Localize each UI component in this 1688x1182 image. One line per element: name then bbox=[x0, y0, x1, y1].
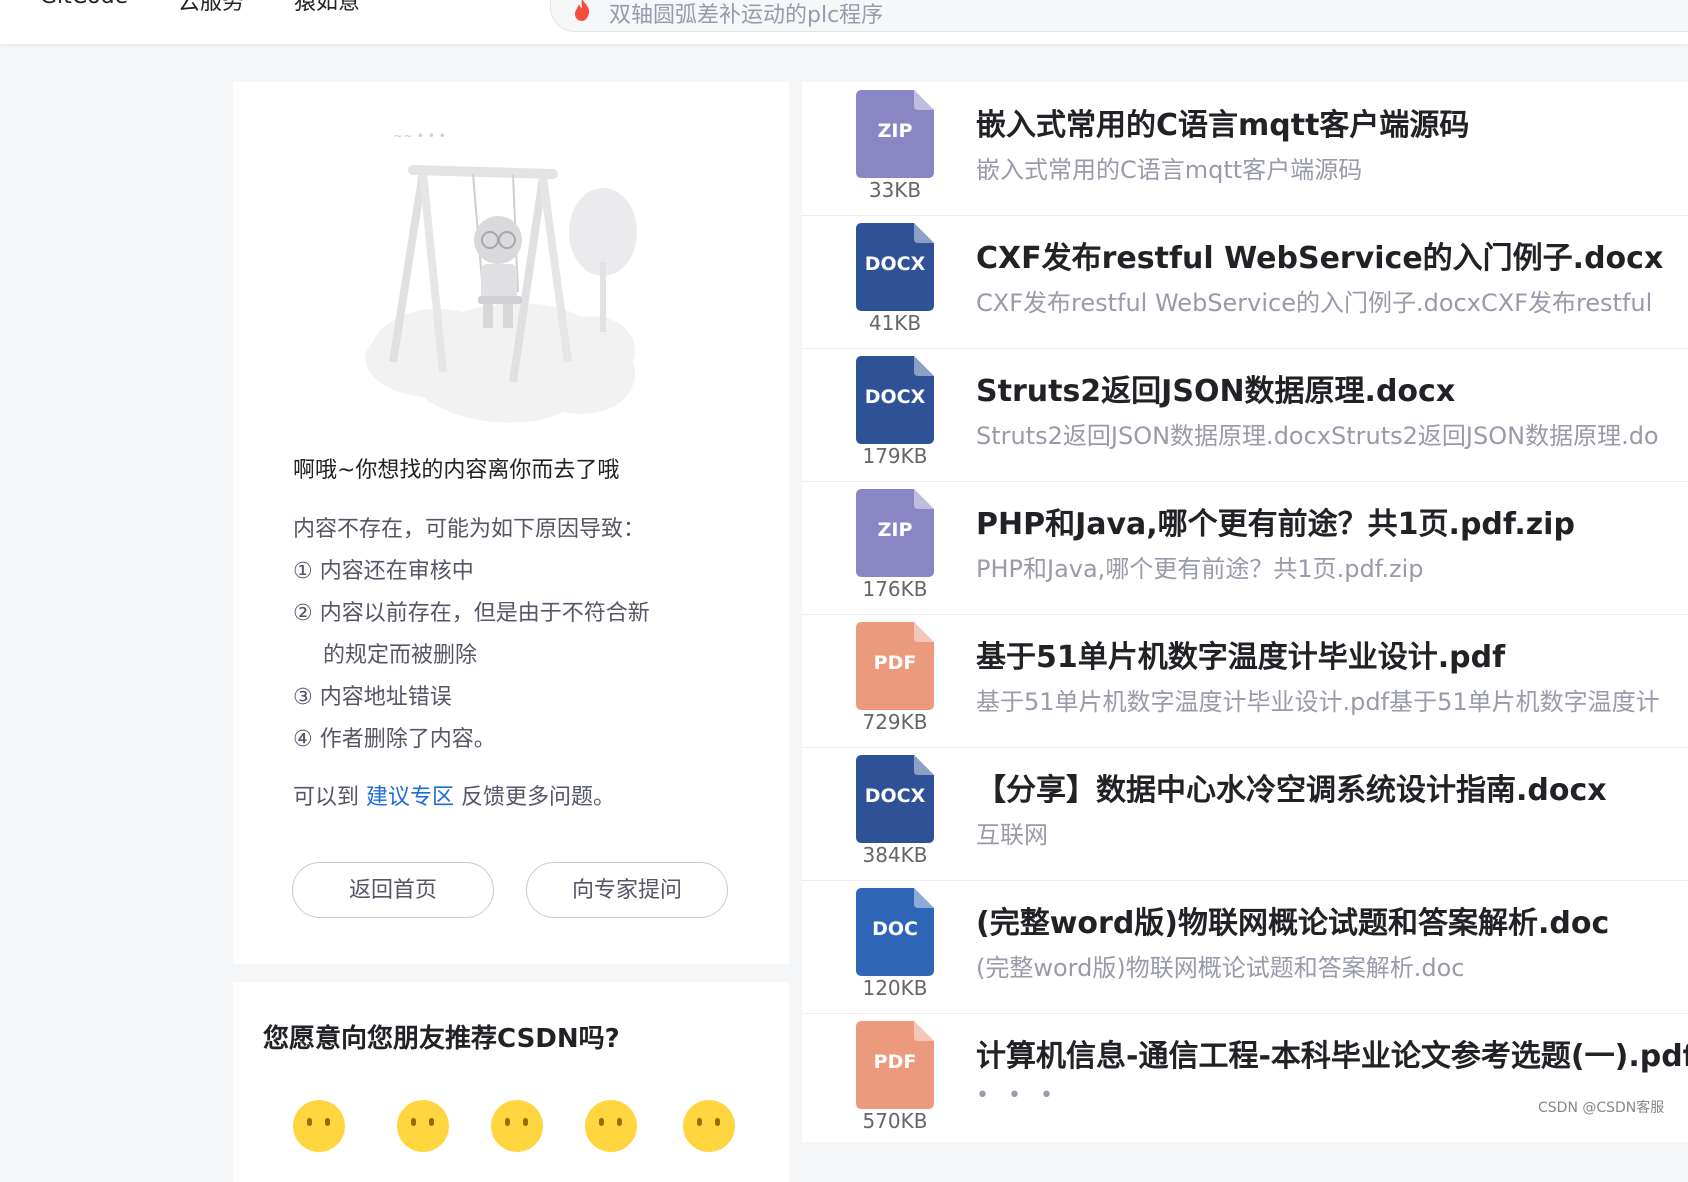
feedback-prefix: 可以到 bbox=[293, 785, 360, 810]
file-size: 179KB bbox=[862, 444, 928, 468]
file-title[interactable]: Struts2返回JSON数据原理.docx bbox=[976, 366, 1455, 410]
file-row[interactable]: PDF 570KB 计算机信息-通信工程-本科毕业论文参考选题(一).pdf •… bbox=[802, 1013, 1688, 1146]
feedback-suffix: 反馈更多问题。 bbox=[461, 785, 616, 810]
file-size: 120KB bbox=[862, 976, 928, 1000]
file-row[interactable]: ZIP 176KB PHP和Java,哪个更有前途？共1页.pdf.zip PH… bbox=[802, 481, 1688, 615]
related-files-list: ZIP 33KB 嵌入式常用的C语言mqtt客户端源码 嵌入式常用的C语言mqt… bbox=[802, 82, 1688, 1142]
file-description: 嵌入式常用的C语言mqtt客户端源码 bbox=[976, 156, 1363, 184]
watermark: CSDN @CSDN客服 bbox=[1538, 1100, 1665, 1116]
feedback-line: 可以到 建议专区 反馈更多问题。 bbox=[293, 779, 615, 811]
reason-item: 的规定而被删除 bbox=[323, 643, 478, 668]
sad-face-icon[interactable] bbox=[397, 1100, 449, 1152]
file-row[interactable]: ZIP 33KB 嵌入式常用的C语言mqtt客户端源码 嵌入式常用的C语言mqt… bbox=[802, 82, 1688, 216]
zip-file-icon bbox=[856, 90, 934, 178]
file-title[interactable]: 嵌入式常用的C语言mqtt客户端源码 bbox=[976, 100, 1469, 144]
neutral-face-icon[interactable] bbox=[491, 1100, 543, 1152]
file-description: (完整word版)物联网概论试题和答案解析.doc bbox=[976, 954, 1465, 982]
swing-illustration: ~~ • • • bbox=[365, 129, 637, 423]
file-description: Struts2返回JSON数据原理.docxStruts2返回JSON数据原理.… bbox=[976, 422, 1659, 450]
top-nav-bar: GitCode 云服务 猿如意 双轴圆弧差补运动的plc程序 bbox=[0, 0, 1688, 44]
file-size: 729KB bbox=[862, 710, 928, 734]
search-text: 双轴圆弧差补运动的plc程序 bbox=[609, 3, 884, 28]
pdf-file-icon bbox=[856, 622, 934, 710]
recommend-card: 您愿意向您朋友推荐CSDN吗? bbox=[233, 982, 789, 1182]
reason-heading: 内容不存在，可能为如下原因导致： bbox=[293, 517, 646, 542]
reason-item: ③ 内容地址错误 bbox=[293, 685, 452, 710]
search-input[interactable]: 双轴圆弧差补运动的plc程序 bbox=[550, 0, 1688, 32]
file-description: CXF发布restful WebService的入门例子.docxCXF发布re… bbox=[976, 289, 1653, 317]
file-title[interactable]: 【分享】数据中心水冷空调系统设计指南.docx bbox=[976, 765, 1607, 809]
file-title[interactable]: PHP和Java,哪个更有前途？共1页.pdf.zip bbox=[976, 499, 1575, 543]
ask-expert-button[interactable]: 向专家提问 bbox=[526, 862, 728, 918]
recommend-title: 您愿意向您朋友推荐CSDN吗? bbox=[263, 1024, 620, 1054]
doc-file-icon bbox=[856, 888, 934, 976]
file-description: PHP和Java,哪个更有前途？共1页.pdf.zip bbox=[976, 555, 1424, 583]
file-size: 41KB bbox=[868, 311, 922, 335]
reason-item: ① 内容还在审核中 bbox=[293, 559, 474, 584]
file-row[interactable]: DOCX 179KB Struts2返回JSON数据原理.docx Struts… bbox=[802, 348, 1688, 482]
nav-item-gitcode[interactable]: GitCode bbox=[40, 0, 128, 9]
file-description: 基于51单片机数字温度计毕业设计.pdf基于51单片机数字温度计 bbox=[976, 688, 1660, 716]
reason-item: ④ 作者删除了内容。 bbox=[293, 727, 496, 752]
file-description: 互联网 bbox=[976, 821, 1048, 849]
not-found-title: 啊哦~你想找的内容离你而去了哦 bbox=[293, 458, 620, 483]
file-size: 176KB bbox=[862, 577, 928, 601]
suggestion-zone-link[interactable]: 建议专区 bbox=[366, 785, 454, 810]
file-size: 384KB bbox=[862, 843, 928, 867]
nav-item-yuanruyi[interactable]: 猿如意 bbox=[294, 0, 360, 16]
flame-icon bbox=[575, 0, 590, 21]
pdf-file-icon bbox=[856, 1021, 934, 1109]
file-title[interactable]: (完整word版)物联网概论试题和答案解析.doc bbox=[976, 898, 1609, 942]
file-size: 33KB bbox=[868, 178, 922, 202]
docx-file-icon bbox=[856, 356, 934, 444]
nav-item-cloud[interactable]: 云服务 bbox=[178, 0, 244, 16]
not-found-card: ~~ • • • 啊哦~你想找的内容离你而去了哦 内容不存在，可能为如下原因导致… bbox=[233, 82, 789, 964]
file-row[interactable]: DOC 120KB (完整word版)物联网概论试题和答案解析.doc (完整w… bbox=[802, 880, 1688, 1014]
back-home-button[interactable]: 返回首页 bbox=[292, 862, 494, 918]
file-description: • • • bbox=[976, 1083, 1059, 1108]
file-size: 570KB bbox=[862, 1109, 928, 1133]
file-title[interactable]: 基于51单片机数字温度计毕业设计.pdf bbox=[976, 632, 1505, 676]
reason-item: ② 内容以前存在，但是由于不符合新 bbox=[293, 601, 650, 626]
file-row[interactable]: DOCX 41KB CXF发布restful WebService的入门例子.d… bbox=[802, 215, 1688, 349]
svg-text:~~ • • •: ~~ • • • bbox=[393, 129, 446, 143]
zip-file-icon bbox=[856, 489, 934, 577]
laugh-face-icon[interactable] bbox=[683, 1100, 735, 1152]
file-title[interactable]: CXF发布restful WebService的入门例子.docx bbox=[976, 233, 1663, 277]
docx-file-icon bbox=[856, 223, 934, 311]
file-row[interactable]: PDF 729KB 基于51单片机数字温度计毕业设计.pdf 基于51单片机数字… bbox=[802, 614, 1688, 748]
file-row[interactable]: DOCX 384KB 【分享】数据中心水冷空调系统设计指南.docx 互联网 bbox=[802, 747, 1688, 881]
smile-face-icon[interactable] bbox=[585, 1100, 637, 1152]
file-title[interactable]: 计算机信息-通信工程-本科毕业论文参考选题(一).pdf bbox=[976, 1031, 1688, 1075]
angry-face-icon[interactable] bbox=[293, 1100, 345, 1152]
docx-file-icon bbox=[856, 755, 934, 843]
